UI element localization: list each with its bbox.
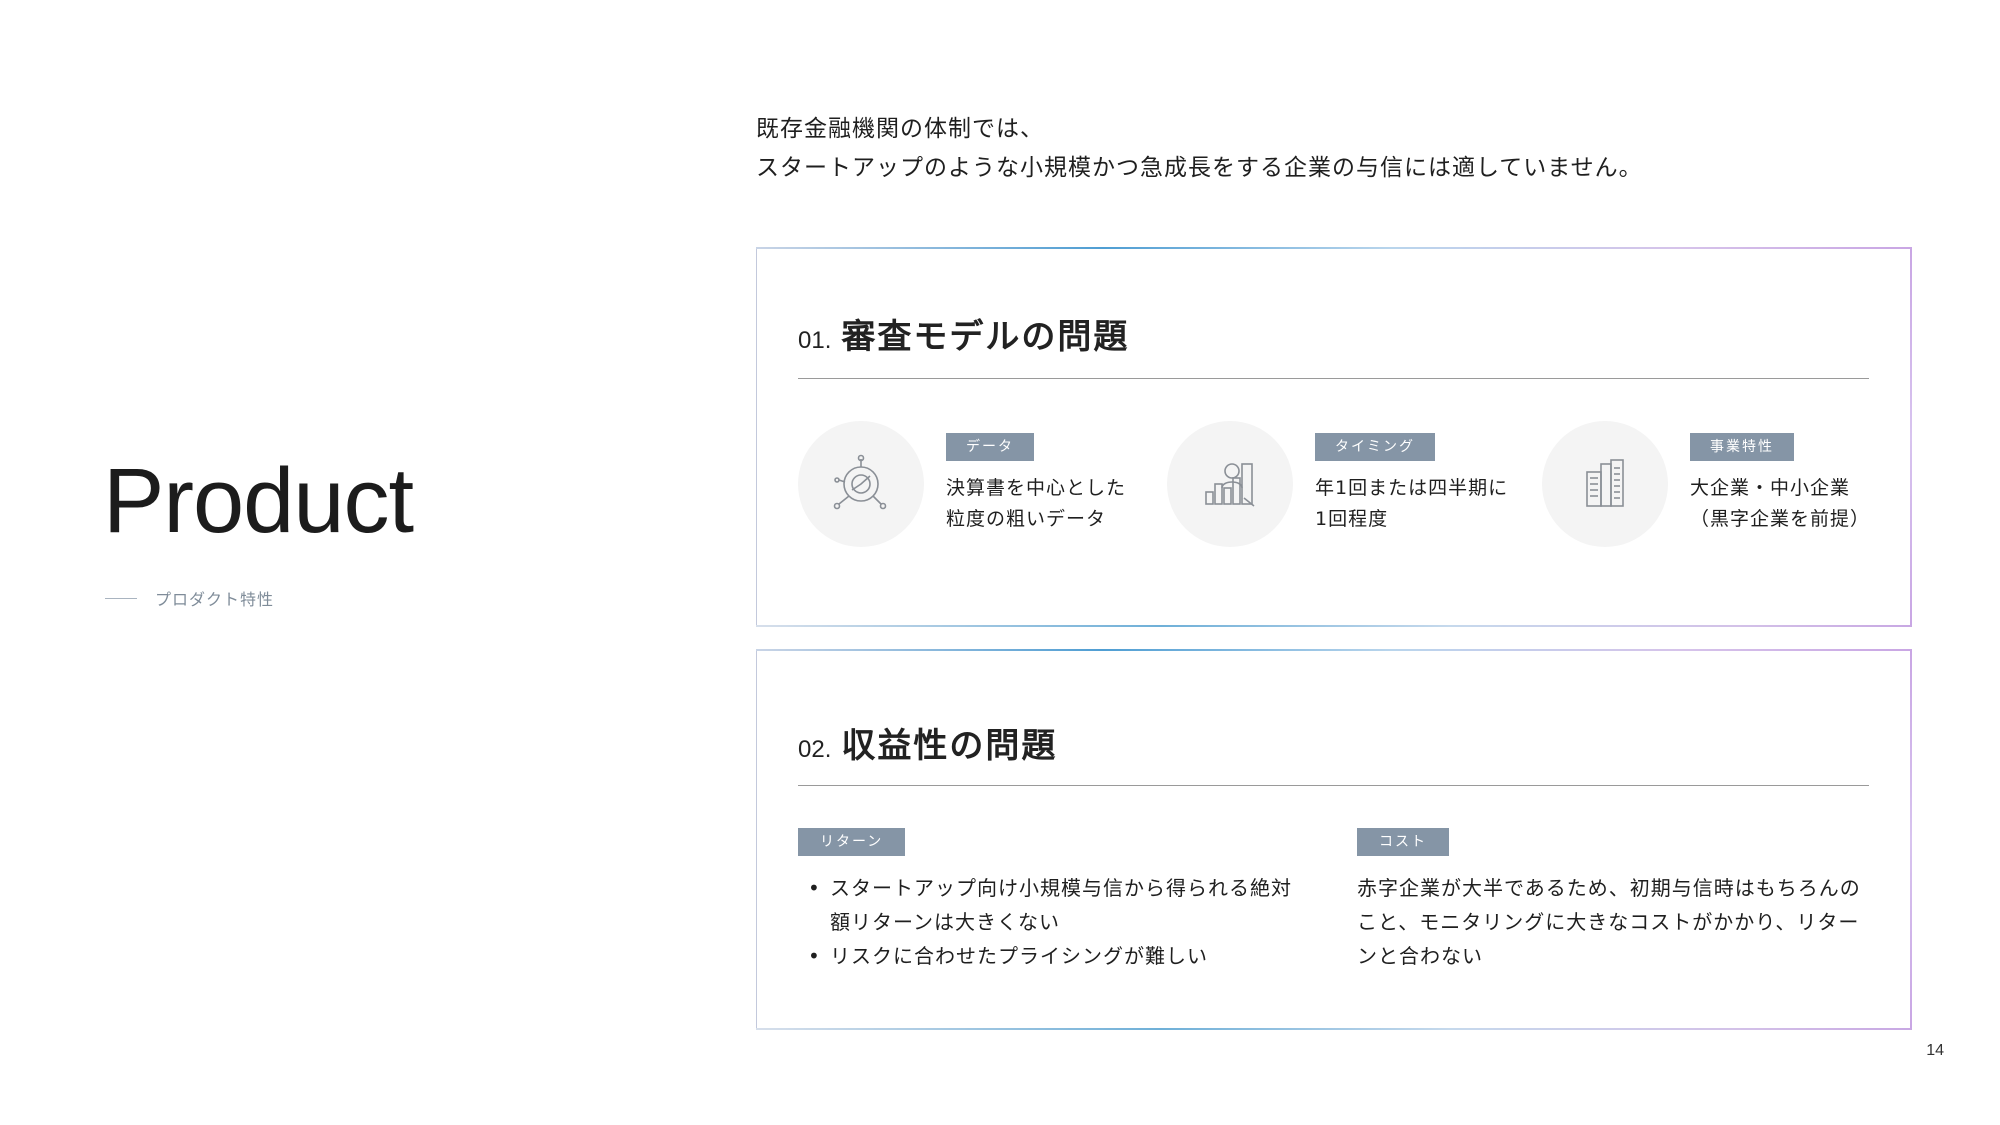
feature-data: データ 決算書を中心とした 粒度の粗いデータ (798, 421, 1126, 547)
cost-column: コスト 赤字企業が大半であるため、初期与信時はもちろんのこと、モニタリングに大き… (1357, 828, 1872, 973)
feature-text-line: 粒度の粗いデータ (946, 508, 1107, 530)
subtitle-rule (105, 597, 137, 599)
feature-timing: タイミング 年1回または四半期に 1回程度 (1167, 421, 1508, 547)
feature-business: 事業特性 大企業・中小企業 （黒字企業を前提） (1542, 421, 1870, 547)
section-subtitle-text: プロダクト特性 (155, 590, 275, 609)
building-icon (1586, 459, 1624, 507)
feature-text-line: 年1回または四半期に (1315, 477, 1509, 499)
cost-text: 赤字企業が大半であるため、初期与信時はもちろんのこと、モニタリングに大きなコスト… (1357, 876, 1861, 968)
bullet-item: スタートアップ向け小規模与信から得られる絶対額リターンは大きくない (798, 871, 1308, 939)
intro-line-1: 既存金融機関の体制では、 (756, 116, 1044, 142)
page-number: 14 (1926, 1042, 1944, 1059)
feature-text-line: 1回程度 (1315, 508, 1389, 530)
section-subtitle: プロダクト特性 (105, 586, 274, 610)
problem-card-review-model: 01. 審査モデルの問題 データ 決算書を中心とした 粒度の粗いデータ タイミン… (755, 247, 1912, 627)
card-title: 審査モデルの問題 (841, 317, 1130, 357)
card-divider (798, 378, 1869, 379)
feature-text-line: （黒字企業を前提） (1690, 508, 1871, 530)
tag-cost: コスト (1357, 828, 1449, 856)
intro-text: 既存金融機関の体制では、 スタートアップのような小規模かつ急成長をする企業の与信… (756, 110, 1643, 188)
feature-icon-circle (798, 421, 924, 547)
return-column: リターン スタートアップ向け小規模与信から得られる絶対額リターンは大きくない リ… (798, 828, 1308, 973)
card-number: 02. (798, 736, 832, 763)
card-title: 収益性の問題 (841, 726, 1058, 766)
data-analysis-icon (833, 454, 887, 510)
card-divider (798, 785, 1869, 786)
feature-text-line: 決算書を中心とした (946, 477, 1127, 499)
tag-return: リターン (798, 828, 906, 856)
bullet-item: リスクに合わせたプライシングが難しい (798, 939, 1308, 973)
problem-card-profitability: 02. 収益性の問題 リターン スタートアップ向け小規模与信から得られる絶対額リ… (755, 649, 1912, 1030)
tag-data: データ (946, 433, 1034, 461)
card-heading: 02. 収益性の問題 (798, 718, 1057, 767)
chart-person-icon (1205, 463, 1255, 507)
feature-icon-circle (1167, 421, 1293, 547)
card-number: 01. (798, 327, 832, 354)
tag-business: 事業特性 (1690, 433, 1794, 461)
feature-text-line: 大企業・中小企業 (1690, 477, 1851, 499)
tag-timing: タイミング (1315, 433, 1435, 461)
intro-line-2: スタートアップのような小規模かつ急成長をする企業の与信には適していません。 (756, 155, 1643, 181)
feature-icon-circle (1542, 421, 1668, 547)
return-bullets: スタートアップ向け小規模与信から得られる絶対額リターンは大きくない リスクに合わ… (798, 871, 1308, 973)
section-title: Product (103, 450, 414, 552)
card-heading: 01. 審査モデルの問題 (798, 309, 1129, 358)
